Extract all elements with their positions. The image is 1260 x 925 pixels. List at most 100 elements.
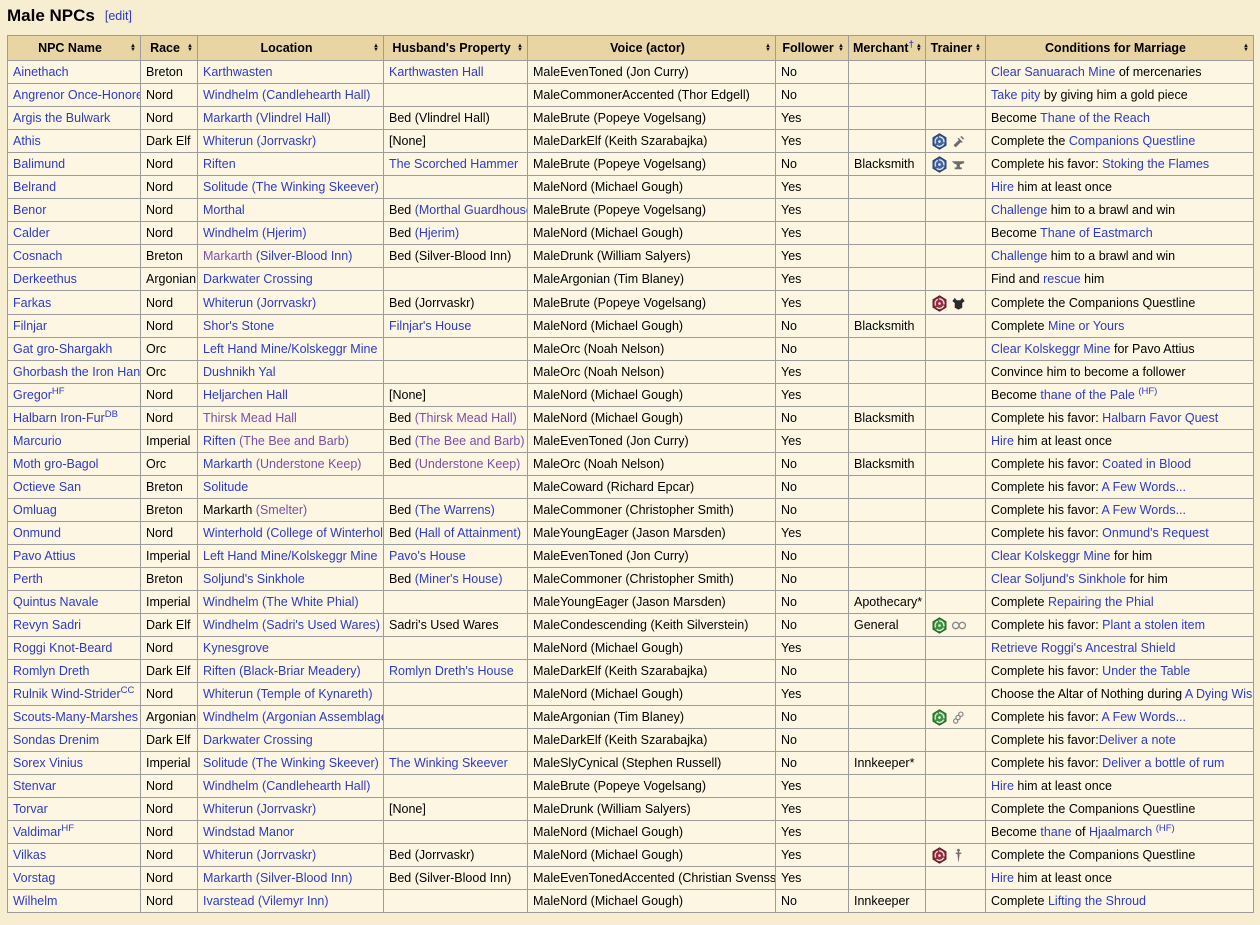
wiki-link[interactable]: Lifting the Shroud [1048,894,1146,908]
column-header-location[interactable]: Location ▲ ▼ [197,35,384,61]
wiki-link[interactable]: (Smelter) [256,503,307,517]
wiki-link[interactable]: Stoking the Flames [1102,157,1209,171]
wiki-link[interactable]: Torvar [13,802,48,816]
wiki-link[interactable]: Shor's Stone [203,319,274,333]
sort-icon[interactable]: ▲ ▼ [130,43,136,53]
wiki-link[interactable]: Clear Soljund's Sinkhole [991,572,1126,586]
wiki-link[interactable]: Challenge [991,203,1047,217]
wiki-link[interactable]: Whiterun (Jorrvaskr) [203,802,316,816]
wiki-link[interactable]: Windhelm (Argonian Assemblage) [203,710,383,724]
wiki-link[interactable]: A Few Words... [1101,503,1186,517]
wiki-link[interactable]: A Dying Wish [1185,687,1253,701]
wiki-link[interactable]: (Thirsk Mead Hall) [415,411,517,425]
wiki-link[interactable]: (The Bee and Barb) [239,434,349,448]
wiki-link[interactable]: Solitude (The Winking Skeever) [203,756,379,770]
wiki-link[interactable]: Riften [203,434,236,448]
column-header-name[interactable]: NPC Name ▲ ▼ [7,35,141,61]
wiki-link[interactable]: Whiterun (Jorrvaskr) [203,296,316,310]
wiki-link[interactable]: Thane of Eastmarch [1040,226,1153,240]
wiki-link[interactable]: Romlyn Dreth's House [389,664,514,678]
wiki-link[interactable]: Cosnach [13,249,62,263]
wiki-link[interactable]: Whiterun (Jorrvaskr) [203,134,316,148]
wiki-link[interactable]: Gat gro-Shargakh [13,342,112,356]
wiki-link[interactable]: Balimund [13,157,65,171]
wiki-link[interactable]: Windhelm (Candlehearth Hall) [203,88,370,102]
wiki-link[interactable]: Ghorbash the Iron Hand [13,365,140,379]
wiki-link[interactable]: Hire [991,434,1014,448]
wiki-link[interactable]: Revyn Sadri [13,618,81,632]
wiki-link[interactable]: A Few Words... [1101,480,1186,494]
wiki-link[interactable]: Markarth (Vlindrel Hall) [203,111,331,125]
wiki-link[interactable]: Rulnik Wind-Strider [13,687,121,701]
wiki-link[interactable]: Stenvar [13,779,56,793]
wiki-link[interactable]: Karthwasten [203,65,272,79]
wiki-link[interactable]: Take pity [991,88,1040,102]
column-header-property[interactable]: Husband's Property ▲ ▼ [383,35,528,61]
wiki-link[interactable]: Ainethach [13,65,69,79]
wiki-link[interactable]: Marcurio [13,434,62,448]
wiki-link[interactable]: Quintus Navale [13,595,98,609]
wiki-link[interactable]: Deliver a note [1099,733,1176,747]
wiki-link[interactable]: The Winking Skeever [389,756,508,770]
column-header-merchant[interactable]: Merchant† ▲ ▼ [848,35,926,61]
wiki-link[interactable]: Romlyn Dreth [13,664,89,678]
wiki-link[interactable]: (The Warrens) [415,503,495,517]
wiki-link[interactable]: Windhelm (The White Phial) [203,595,359,609]
wiki-link[interactable]: Onmund [13,526,61,540]
wiki-link[interactable]: Darkwater Crossing [203,733,313,747]
wiki-link[interactable]: Filnjar [13,319,47,333]
wiki-link[interactable]: Hire [991,779,1014,793]
wiki-link[interactable]: Dushnikh Yal [203,365,276,379]
wiki-link[interactable]: Vilkas [13,848,46,862]
wiki-link[interactable]: Solitude [203,480,248,494]
wiki-link[interactable]: Gregor [13,388,52,402]
wiki-link[interactable]: Whiterun (Jorrvaskr) [203,848,316,862]
wiki-link[interactable]: Scouts-Many-Marshes [13,710,138,724]
wiki-link[interactable]: HF [61,823,74,834]
wiki-link[interactable]: Athis [13,134,41,148]
edit-link[interactable]: [edit] [105,9,132,23]
wiki-link[interactable]: Hire [991,871,1014,885]
wiki-link[interactable]: Onmund's Request [1102,526,1209,540]
wiki-link[interactable]: (Hjerim) [415,226,459,240]
wiki-link[interactable]: thane of the Pale [1040,388,1135,402]
wiki-link[interactable]: Heljarchen Hall [203,388,288,402]
wiki-link[interactable]: Wilhelm [13,894,57,908]
wiki-link[interactable]: Left Hand Mine/Kolskeggr Mine [203,342,377,356]
wiki-link[interactable]: Plant a stolen item [1102,618,1205,632]
wiki-link[interactable]: Omluag [13,503,57,517]
wiki-link[interactable]: (HF) [1138,385,1157,396]
wiki-link[interactable]: Repairing the Phial [1048,595,1154,609]
wiki-link[interactable]: Left Hand Mine/Kolskeggr Mine [203,549,377,563]
wiki-link[interactable]: Markarth [203,457,252,471]
column-header-voice[interactable]: Voice (actor) ▲ ▼ [527,35,776,61]
wiki-link[interactable]: Riften (Black-Briar Meadery) [203,664,361,678]
wiki-link[interactable]: Benor [13,203,46,217]
sort-icon[interactable]: ▲ ▼ [1243,43,1249,53]
wiki-link[interactable]: Roggi Knot-Beard [13,641,112,655]
wiki-link[interactable]: Pavo Attius [13,549,76,563]
column-header-trainer[interactable]: Trainer ▲ ▼ [925,35,986,61]
wiki-link[interactable]: Clear Kolskeggr Mine [991,549,1111,563]
sort-icon[interactable]: ▲ ▼ [765,43,771,53]
wiki-link[interactable]: A Few Words... [1101,710,1186,724]
wiki-link[interactable]: Octieve San [13,480,81,494]
column-header-follower[interactable]: Follower ▲ ▼ [775,35,849,61]
wiki-link[interactable]: (Understone Keep) [415,457,521,471]
wiki-link[interactable]: Solitude (The Winking Skeever) [203,180,379,194]
wiki-link[interactable]: † [909,39,914,50]
wiki-link[interactable]: (Understone Keep) [256,457,362,471]
wiki-link[interactable]: (Silver-Blood Inn) [256,249,353,263]
wiki-link[interactable]: Ivarstead (Vilemyr Inn) [203,894,329,908]
wiki-link[interactable]: Clear Kolskeggr Mine [991,342,1111,356]
wiki-link[interactable]: Markarth [203,249,252,263]
wiki-link[interactable]: Hjaalmarch [1089,825,1152,839]
wiki-link[interactable]: Companions Questline [1069,134,1195,148]
wiki-link[interactable]: Soljund's Sinkhole [203,572,305,586]
wiki-link[interactable]: Winterhold (College of Winterhold) [203,526,383,540]
wiki-link[interactable]: Halbarn Favor Quest [1102,411,1218,425]
sort-icon[interactable]: ▲ ▼ [373,43,379,53]
wiki-link[interactable]: Markarth (Silver-Blood Inn) [203,871,352,885]
wiki-link[interactable]: Angrenor Once-Honored [13,88,140,102]
wiki-link[interactable]: Calder [13,226,50,240]
